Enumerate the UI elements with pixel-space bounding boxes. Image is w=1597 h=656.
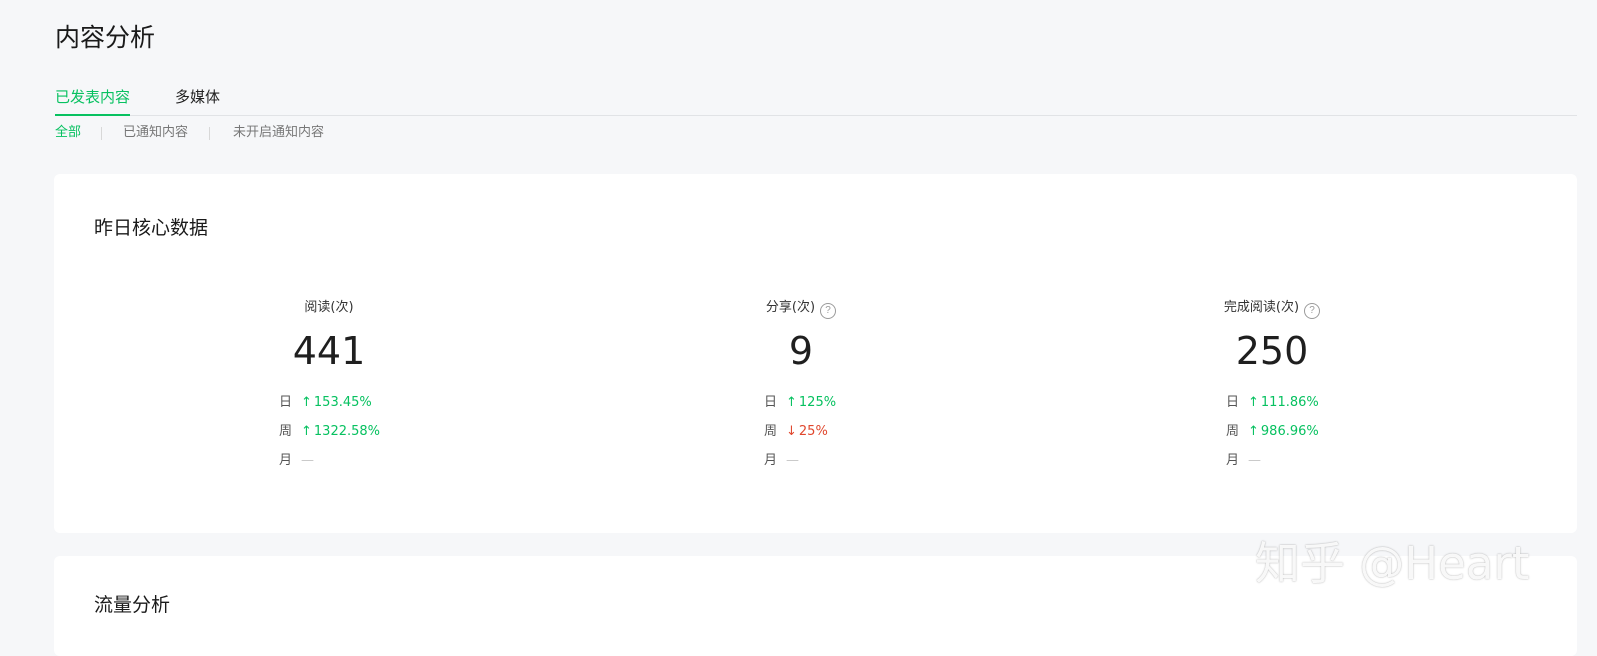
comparison-month: 月 —	[764, 452, 836, 481]
subtab-not-notified-content[interactable]: 未开启通知内容	[233, 124, 324, 142]
metric-reads: 阅读(次) 441 日 ↑ 153.45% 周 ↑ 1322.58% 月 —	[229, 174, 429, 533]
comparison-value: ↑ 1322.58%	[301, 424, 381, 439]
comparison-label: 月	[764, 453, 778, 468]
comparison-day: 日 ↑ 153.45%	[279, 394, 380, 423]
subtab-notified-content[interactable]: 已通知内容	[123, 124, 188, 142]
comparison-value: ↑ 125%	[786, 395, 837, 410]
arrow-up-icon: ↑	[301, 424, 312, 439]
comparison-value: —	[1248, 453, 1261, 468]
content-tabs: 已发表内容 多媒体	[55, 84, 1577, 116]
metric-label-row: 分享(次)?	[701, 299, 901, 319]
metric-label: 阅读(次)	[304, 300, 354, 315]
comparison-month: 月 —	[1226, 452, 1319, 481]
tab-multimedia[interactable]: 多媒体	[175, 84, 220, 114]
comparison-value: ↓ 25%	[786, 424, 828, 439]
metric-value: 441	[292, 329, 366, 373]
page-title: 内容分析	[55, 23, 156, 52]
comparison-week: 周 ↓ 25%	[764, 423, 836, 452]
metric-comparison-list: 日 ↑ 153.45% 周 ↑ 1322.58% 月 —	[279, 394, 380, 481]
core-data-card: 昨日核心数据 阅读(次) 441 日 ↑ 153.45% 周 ↑ 1322.58% 月 —…	[54, 174, 1577, 533]
arrow-up-icon: ↑	[301, 395, 312, 410]
arrow-down-icon: ↓	[786, 424, 797, 439]
metric-label: 分享(次)	[765, 300, 816, 315]
comparison-day: 日 ↑ 111.86%	[1226, 394, 1319, 423]
comparison-value: ↑ 986.96%	[1248, 424, 1319, 439]
arrow-up-icon: ↑	[1248, 424, 1259, 439]
comparison-month: 月 —	[279, 452, 380, 481]
metric-label-row: 阅读(次)	[229, 299, 429, 317]
metric-comparison-list: 日 ↑ 111.86% 周 ↑ 986.96% 月 —	[1226, 394, 1319, 481]
subtab-divider	[209, 127, 210, 140]
tab-published-content[interactable]: 已发表内容	[55, 84, 131, 116]
help-icon[interactable]: ?	[820, 303, 837, 319]
comparison-value: ↑ 111.86%	[1248, 395, 1319, 410]
comparison-value: —	[786, 453, 799, 468]
comparison-label: 月	[279, 453, 293, 468]
comparison-week: 周 ↑ 986.96%	[1226, 423, 1319, 452]
subtab-all[interactable]: 全部	[55, 124, 81, 142]
comparison-value: —	[301, 453, 314, 468]
metric-completed-reads: 完成阅读(次)? 250 日 ↑ 111.86% 周 ↑ 986.96% 月 —	[1172, 174, 1372, 533]
comparison-label: 日	[279, 395, 293, 410]
comparison-day: 日 ↑ 125%	[764, 394, 836, 423]
watermark: 知乎 @Heart	[1255, 537, 1530, 590]
core-data-title: 昨日核心数据	[94, 217, 209, 239]
traffic-analysis-title: 流量分析	[94, 594, 171, 616]
comparison-label: 月	[1226, 453, 1240, 468]
metric-value: 250	[1235, 329, 1309, 373]
metric-shares: 分享(次)? 9 日 ↑ 125% 周 ↓ 25% 月 —	[701, 174, 901, 533]
arrow-up-icon: ↑	[1248, 395, 1259, 410]
help-icon[interactable]: ?	[1304, 303, 1321, 319]
comparison-label: 周	[1226, 424, 1240, 439]
comparison-value: ↑ 153.45%	[301, 395, 372, 410]
comparison-label: 周	[279, 424, 293, 439]
arrow-up-icon: ↑	[786, 395, 797, 410]
comparison-week: 周 ↑ 1322.58%	[279, 423, 380, 452]
comparison-label: 日	[764, 395, 778, 410]
metric-value: 9	[788, 329, 814, 373]
comparison-label: 周	[764, 424, 778, 439]
metric-label: 完成阅读(次)	[1223, 300, 1300, 315]
subtab-divider	[101, 127, 102, 140]
metric-label-row: 完成阅读(次)?	[1172, 299, 1372, 319]
metric-comparison-list: 日 ↑ 125% 周 ↓ 25% 月 —	[764, 394, 836, 481]
comparison-label: 日	[1226, 395, 1240, 410]
